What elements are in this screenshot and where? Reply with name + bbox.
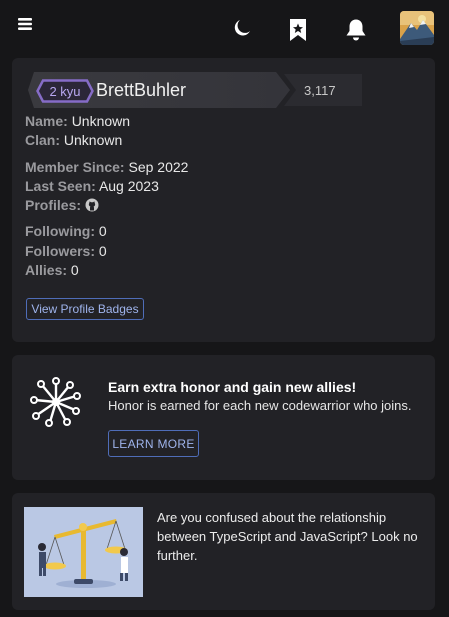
article-image[interactable] [24,507,143,597]
allies-value: 0 [70,262,79,278]
following-label: Following: [25,223,95,239]
last-seen-value: Aug 2023 [98,178,159,194]
following-row: Following: 0 [25,222,107,241]
moon-icon [234,20,250,36]
followers-value: 0 [98,243,107,259]
network-icon [30,377,81,427]
promo-title: Earn extra honor and gain new allies! [108,379,357,395]
allies-row: Allies: 0 [25,261,79,280]
avatar-mountain-icon [400,11,434,45]
followers-row: Followers: 0 [25,242,107,261]
bookmark-star-icon [290,19,306,41]
menu-button[interactable] [14,12,38,36]
promo-card: Earn extra honor and gain new allies! Ho… [12,355,435,480]
clan-row: Clan: Unknown [25,131,122,150]
theme-toggle-button[interactable] [230,16,254,40]
last-seen-label: Last Seen: [25,178,96,194]
bookmarks-button[interactable] [286,16,310,44]
member-since-label: Member Since: [25,159,125,175]
avatar[interactable] [400,11,434,45]
member-since-value: Sep 2022 [128,159,189,175]
rank-label: 2 kyu [49,83,81,99]
github-icon[interactable] [85,198,99,212]
name-label: Name: [25,113,68,129]
learn-more-button[interactable]: LEARN MORE [108,430,199,457]
profiles-label: Profiles: [25,197,82,213]
promo-text: Honor is earned for each new codewarrior… [108,398,412,413]
menu-icon [18,18,32,30]
allies-label: Allies: [25,262,68,278]
member-since-row: Member Since: Sep 2022 [25,158,188,177]
rank-badge: 2 kyu [36,79,94,103]
article-card[interactable]: Are you confused about the relationship … [12,493,435,610]
article-text[interactable]: Are you confused about the relationship … [157,508,422,565]
followers-label: Followers: [25,243,96,259]
clan-label: Clan: [25,132,60,148]
profile-banner: 2 kyu BrettBuhler 3,117 [28,72,374,108]
bell-icon [346,19,366,41]
clan-value: Unknown [63,132,123,148]
honor-score: 3,117 [304,83,336,98]
notifications-button[interactable] [343,16,369,44]
name-row: Name: Unknown [25,112,130,131]
profile-card: 2 kyu BrettBuhler 3,117 Name: Unknown Cl… [12,58,435,342]
last-seen-row: Last Seen: Aug 2023 [25,177,159,196]
view-profile-badges-button[interactable]: View Profile Badges [26,298,144,320]
username: BrettBuhler [96,80,187,100]
following-value: 0 [98,223,107,239]
profiles-row: Profiles: [25,196,99,215]
top-bar [0,0,449,56]
name-value: Unknown [71,113,131,129]
balance-scale-illustration [24,507,143,597]
